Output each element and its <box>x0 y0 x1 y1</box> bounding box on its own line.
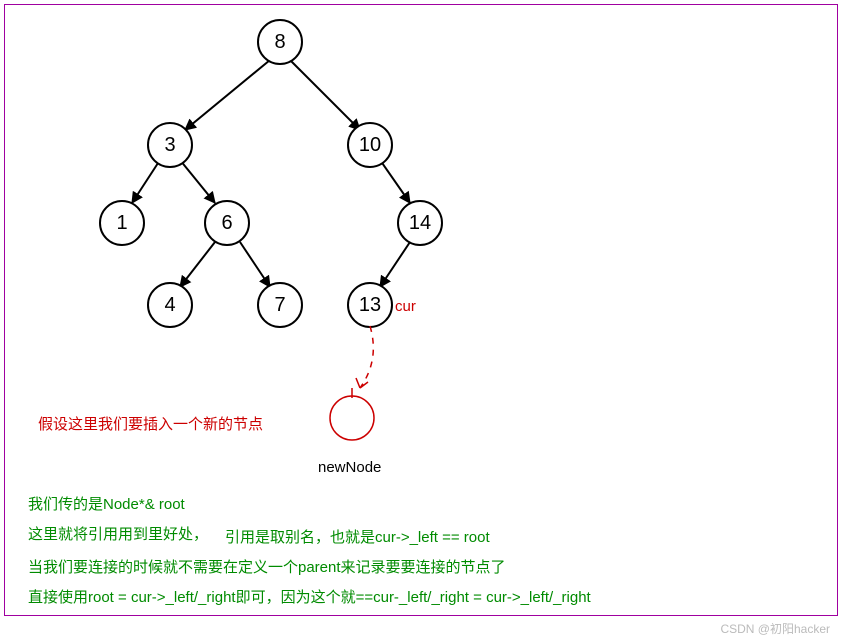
node-value: 14 <box>409 212 431 234</box>
explain-line-2-a: 这里就将引用用到里好处， <box>28 525 208 545</box>
node-value: 10 <box>359 134 381 156</box>
node-value: 8 <box>274 31 285 53</box>
cur-label: cur <box>395 297 416 317</box>
watermark: CSDN @初阳hacker <box>720 620 830 637</box>
node-value: 3 <box>164 134 175 156</box>
node-value: 7 <box>274 294 285 316</box>
explain-line-4: 直接使用root = cur->_left/_right即可，因为这个就==cu… <box>28 588 591 608</box>
node-value: 6 <box>221 212 232 234</box>
explain-line-3: 当我们要连接的时候就不需要在定义一个parent来记录要要连接的节点了 <box>28 558 506 578</box>
node-value: 4 <box>164 294 175 316</box>
node-value: 13 <box>359 294 381 316</box>
explain-line-2-b: 引用是取别名，也就是cur->_left == root <box>225 528 490 548</box>
newnode-label: newNode <box>318 458 381 478</box>
node-value: 1 <box>116 212 127 234</box>
explain-line-1: 我们传的是Node*& root <box>28 495 185 515</box>
insert-note: 假设这里我们要插入一个新的节点 <box>38 415 263 435</box>
